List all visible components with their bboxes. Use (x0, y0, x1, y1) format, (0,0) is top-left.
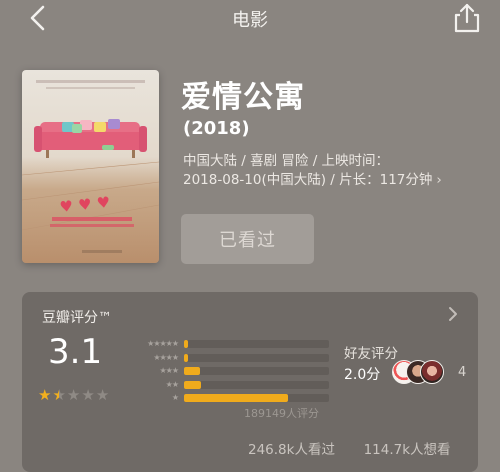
rating-score: 3.1 (48, 332, 103, 372)
two-stars-icon: ★★ (165, 379, 179, 389)
star-icon: ★ (66, 386, 81, 404)
rating-count: 189149人评分 (244, 407, 319, 420)
star-rating: ★ ★ ★ ★ ★ (38, 388, 109, 403)
rating-title: 豆瓣评分™ (42, 310, 112, 326)
watch-stats: 246.8k人看过 114.7k人想看 (248, 438, 451, 458)
distribution-fill (184, 380, 202, 389)
watched-button[interactable]: 已看过 (181, 214, 314, 264)
distribution-fill (184, 367, 200, 375)
four-stars-icon: ★★★★ (153, 352, 179, 362)
friend-rating-label: 好友评分 (344, 346, 398, 362)
five-stars-icon: ★★★★★ (147, 339, 179, 348)
share-icon[interactable] (452, 2, 482, 34)
distribution-bar (184, 353, 329, 362)
top-bar: 电影 (0, 0, 500, 38)
poster-artwork: ♥ ♥ ♥ (22, 80, 159, 253)
wish-count[interactable]: 114.7k人想看 (364, 438, 451, 458)
avatar (420, 360, 444, 384)
distribution-fill (184, 394, 289, 402)
distribution-fill (184, 353, 189, 362)
distribution-bar (184, 394, 329, 402)
movie-info-line2: 2018-08-10(中国大陆) / 片长：117分钟 (183, 172, 433, 188)
star-icon: ★ (81, 386, 95, 404)
distribution-bar (184, 380, 329, 389)
page-title: 电影 (232, 10, 268, 31)
star-icon: ★ (38, 386, 52, 404)
three-stars-icon: ★★★ (159, 366, 179, 375)
watched-count[interactable]: 246.8k人看过 (248, 438, 335, 458)
distribution-bar (184, 340, 329, 348)
movie-poster[interactable]: ♥ ♥ ♥ (22, 70, 159, 263)
star-icon: ★ (52, 386, 66, 404)
one-star-icon: ★ (171, 393, 179, 402)
svg-text:♥ ♥ ♥: ♥ ♥ ♥ (59, 193, 111, 216)
distribution-bar (184, 367, 329, 375)
chevron-right-icon: › (436, 172, 442, 188)
distribution-fill (184, 340, 189, 348)
movie-info[interactable]: 中国大陆 / 喜剧 冒险 / 上映时间： 2018-08-10(中国大陆) / … (183, 152, 473, 190)
rating-card[interactable]: 豆瓣评分™ 3.1 ★ ★ ★ ★ ★ ★★★★★ ★★★★ ★★★ ★★ ★ … (22, 292, 478, 472)
friend-avatars[interactable] (392, 360, 462, 384)
friend-rating-score: 2.0分 (344, 367, 381, 383)
chevron-right-icon[interactable] (446, 304, 460, 324)
movie-title: 爱情公寓 (181, 80, 305, 115)
movie-info-line1: 中国大陆 / 喜剧 冒险 / 上映时间： (183, 153, 390, 169)
friend-count: 4 (458, 365, 467, 380)
movie-year: (2018) (183, 118, 250, 139)
star-icon: ★ (95, 386, 110, 404)
